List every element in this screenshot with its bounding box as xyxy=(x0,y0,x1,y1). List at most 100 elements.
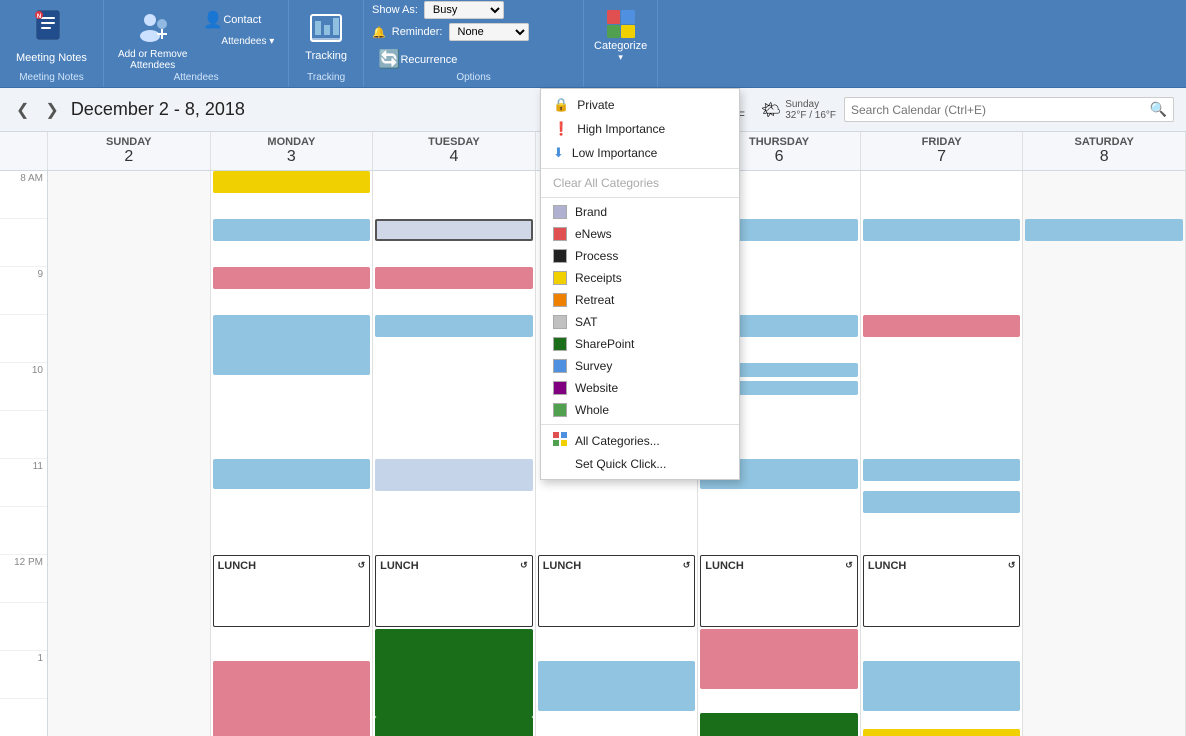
event-monday-1[interactable] xyxy=(213,171,371,193)
categorize-icon xyxy=(607,10,635,38)
time-12pm: 12 PM xyxy=(0,555,47,603)
day-col-sunday[interactable] xyxy=(48,171,211,736)
dropdown-brand[interactable]: Brand xyxy=(541,201,739,223)
contact-attendees-button[interactable]: 👤 Contact xyxy=(197,8,280,32)
all-categories-label: All Categories... xyxy=(575,434,660,448)
meeting-notes-icon: N xyxy=(33,9,69,50)
day-num-sunday: 2 xyxy=(56,148,202,166)
event-thursday-6[interactable] xyxy=(700,629,858,689)
day-header-monday: MONDAY 3 xyxy=(211,132,374,170)
event-thursday-7[interactable] xyxy=(700,713,858,736)
reminder-row: 🔔 Reminder: None 5 minutes 15 minutes 30… xyxy=(372,23,528,41)
event-friday-5[interactable] xyxy=(863,661,1021,711)
event-tuesday-3[interactable] xyxy=(375,315,533,337)
receipts-color xyxy=(553,271,567,285)
dropdown-process[interactable]: Process xyxy=(541,245,739,267)
process-label: Process xyxy=(575,249,618,263)
event-tuesday-6[interactable] xyxy=(375,717,533,736)
event-wednesday-1[interactable] xyxy=(538,661,696,711)
recurrence-icon: 🔄 xyxy=(378,49,400,70)
categorize-button[interactable]: Categorize ▾ xyxy=(584,0,658,87)
search-icon[interactable]: 🔍 xyxy=(1150,101,1167,118)
dropdown-sharepoint[interactable]: SharePoint xyxy=(541,333,739,355)
next-week-button[interactable]: ❯ xyxy=(41,98,62,122)
event-friday-4[interactable] xyxy=(863,491,1021,513)
retreat-color xyxy=(553,293,567,307)
day-header-saturday: SATURDAY 8 xyxy=(1023,132,1186,170)
dropdown-set-quick-click[interactable]: Set Quick Click... xyxy=(541,453,739,475)
time-labels: 8 AM 9 10 11 12 PM 1 2 3 4 5 6 xyxy=(0,171,48,736)
event-tuesday-4[interactable] xyxy=(375,459,533,491)
search-input[interactable] xyxy=(851,103,1150,117)
receipts-label: Receipts xyxy=(575,271,622,285)
event-thursday-lunch[interactable]: LUNCH ↺ xyxy=(700,555,858,627)
add-remove-attendees-button[interactable]: Add or Remove Attendees xyxy=(112,4,193,77)
set-quick-click-label: Set Quick Click... xyxy=(575,457,666,471)
dropdown-high-importance[interactable]: ❗ High Importance xyxy=(541,117,739,141)
event-friday-3[interactable] xyxy=(863,459,1021,481)
process-color xyxy=(553,249,567,263)
prev-week-button[interactable]: ❮ xyxy=(12,98,33,122)
event-monday-2[interactable] xyxy=(213,219,371,241)
calendar-search-box[interactable]: 🔍 xyxy=(844,97,1174,122)
event-saturday-1[interactable] xyxy=(1025,219,1183,241)
event-tuesday-1[interactable] xyxy=(375,219,533,241)
brand-label: Brand xyxy=(575,205,607,219)
tracking-button[interactable]: Tracking xyxy=(297,7,355,66)
show-as-select[interactable]: Busy Free Tentative Out of Office xyxy=(424,1,504,19)
dropdown-whole[interactable]: Whole xyxy=(541,399,739,421)
reminder-bell-icon: 🔔 xyxy=(372,26,386,39)
day-col-saturday[interactable] xyxy=(1023,171,1186,736)
low-importance-icon: ⬇ xyxy=(553,145,564,161)
weather-sunday-temp: 32°F / 16°F xyxy=(785,110,836,121)
event-monday-4[interactable] xyxy=(213,315,371,375)
meeting-notes-button[interactable]: N Meeting Notes xyxy=(8,5,95,68)
time-10am: 10 xyxy=(0,363,47,411)
time-11am: 11 xyxy=(0,459,47,507)
dropdown-website[interactable]: Website xyxy=(541,377,739,399)
day-col-friday[interactable]: LUNCH ↺ xyxy=(861,171,1024,736)
weather-sunday-info: Sunday 32°F / 16°F xyxy=(785,99,836,121)
all-categories-grid-icon xyxy=(553,432,567,449)
reminder-select[interactable]: None 5 minutes 15 minutes 30 minutes xyxy=(449,23,529,41)
time-930 xyxy=(0,315,47,363)
event-friday-1[interactable] xyxy=(863,219,1021,241)
whole-label: Whole xyxy=(575,403,609,417)
event-friday-lunch[interactable]: LUNCH ↺ xyxy=(863,555,1021,627)
meeting-notes-group-label: Meeting Notes xyxy=(0,70,103,83)
dropdown-sep-3 xyxy=(541,424,739,425)
event-monday-6[interactable] xyxy=(213,661,371,736)
dropdown-retreat[interactable]: Retreat xyxy=(541,289,739,311)
time-header-spacer xyxy=(0,132,48,170)
categorize-dropdown-arrow: ▾ xyxy=(618,52,623,63)
private-label: Private xyxy=(577,98,614,112)
event-monday-3[interactable] xyxy=(213,267,371,289)
event-wednesday-lunch[interactable]: LUNCH ↺ xyxy=(538,555,696,627)
dropdown-enews[interactable]: eNews xyxy=(541,223,739,245)
dropdown-low-importance[interactable]: ⬇ Low Importance xyxy=(541,141,739,165)
day-name-monday: MONDAY xyxy=(267,136,315,148)
day-col-tuesday[interactable]: LUNCH ↺ xyxy=(373,171,536,736)
dropdown-all-categories[interactable]: All Categories... xyxy=(541,428,739,453)
event-tuesday-lunch[interactable]: LUNCH ↺ xyxy=(375,555,533,627)
add-remove-icon xyxy=(136,10,170,47)
recurrence-button[interactable]: 🔄 Recurrence xyxy=(372,47,463,72)
day-col-monday[interactable]: LUNCH ↺ xyxy=(211,171,374,736)
lock-icon: 🔒 xyxy=(553,97,569,113)
event-friday-6[interactable] xyxy=(863,729,1021,736)
day-name-tuesday: TUESDAY xyxy=(428,136,480,148)
dropdown-survey[interactable]: Survey xyxy=(541,355,739,377)
event-tuesday-5[interactable] xyxy=(375,629,533,717)
dropdown-receipts[interactable]: Receipts xyxy=(541,267,739,289)
contact-attendees-sub[interactable]: Attendees ▾ xyxy=(197,34,280,49)
event-friday-2[interactable] xyxy=(863,315,1021,337)
event-monday-5[interactable] xyxy=(213,459,371,489)
enews-color xyxy=(553,227,567,241)
tracking-label: Tracking xyxy=(305,50,347,62)
show-as-label: Show As: xyxy=(372,4,418,16)
event-tuesday-2[interactable] xyxy=(375,267,533,289)
dropdown-sat[interactable]: SAT xyxy=(541,311,739,333)
event-monday-lunch[interactable]: LUNCH ↺ xyxy=(213,555,371,627)
dropdown-private[interactable]: 🔒 Private xyxy=(541,93,739,117)
tracking-icon xyxy=(309,11,343,48)
